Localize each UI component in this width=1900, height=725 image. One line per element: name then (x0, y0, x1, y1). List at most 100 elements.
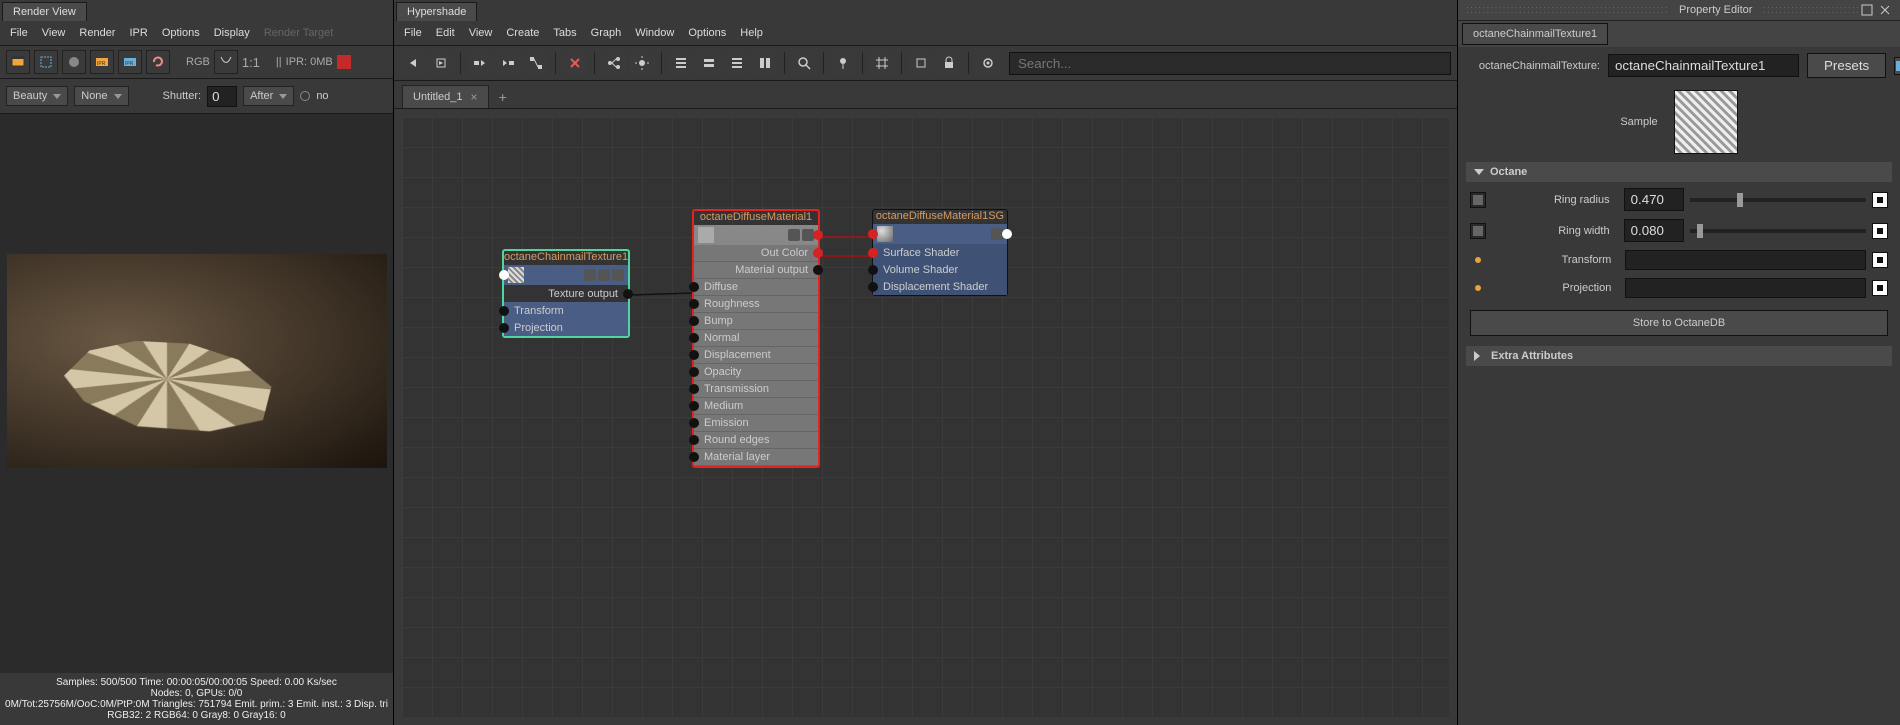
transform-connect-btn[interactable] (1872, 252, 1888, 268)
hs-menu-view[interactable]: View (469, 27, 493, 39)
render-view-tab[interactable]: Render View (2, 2, 87, 21)
ring-radius-connect-btn[interactable] (1872, 192, 1888, 208)
section-octane-header[interactable]: Octane (1466, 162, 1892, 182)
node2-port-layer[interactable] (689, 452, 699, 462)
render-btn-7[interactable] (214, 50, 238, 74)
render-preview[interactable] (7, 254, 387, 468)
transform-connect-dot[interactable] (1475, 257, 1481, 263)
node1-port-transform[interactable] (499, 306, 509, 316)
node-diffuse-sg[interactable]: octaneDiffuseMaterial1SG Surface Shader … (872, 209, 1008, 296)
shutter-mode-dropdown[interactable]: After (243, 86, 294, 106)
layer-dropdown[interactable]: None (74, 86, 128, 106)
texture-swatch[interactable] (1674, 90, 1738, 154)
transform-field[interactable] (1625, 250, 1866, 270)
hypershade-search-input[interactable] (1009, 52, 1451, 75)
menu-ipr[interactable]: IPR (129, 27, 147, 39)
node2-port-disp[interactable] (689, 350, 699, 360)
hs-btn-lock[interactable] (936, 50, 962, 76)
ring-width-texture-icon[interactable] (1470, 223, 1486, 239)
menu-render[interactable]: Render (79, 27, 115, 39)
hs-btn-list2[interactable] (696, 50, 722, 76)
hs-btn-zoom[interactable] (791, 50, 817, 76)
hs-btn-pin[interactable] (830, 50, 856, 76)
pe-icon-show[interactable] (1894, 57, 1900, 75)
hs-menu-options[interactable]: Options (688, 27, 726, 39)
hs-menu-tabs[interactable]: Tabs (553, 27, 576, 39)
store-to-octanedb-button[interactable]: Store to OctaneDB (1470, 310, 1888, 336)
popout-icon[interactable] (1860, 3, 1874, 17)
projection-connect-dot[interactable] (1475, 285, 1481, 291)
node2-port-diffuse[interactable] (689, 282, 699, 292)
pause-icon[interactable]: || (276, 56, 282, 68)
stop-render-btn[interactable] (337, 55, 351, 69)
node3-port-header[interactable] (868, 229, 878, 239)
node2-port-opacity[interactable] (689, 367, 699, 377)
pass-dropdown[interactable]: Beauty (6, 86, 68, 106)
node2-port-round[interactable] (689, 435, 699, 445)
node2-port-emission[interactable] (689, 418, 699, 428)
projection-field[interactable] (1625, 278, 1866, 298)
hs-btn-list1[interactable] (668, 50, 694, 76)
node2-port-normal[interactable] (689, 333, 699, 343)
projection-connect-btn[interactable] (1872, 280, 1888, 296)
hs-menu-create[interactable]: Create (506, 27, 539, 39)
node2-port-roughness[interactable] (689, 299, 699, 309)
render-btn-2[interactable] (34, 50, 58, 74)
hs-menu-window[interactable]: Window (635, 27, 674, 39)
pe-node-tab[interactable]: octaneChainmailTexture1 (1462, 23, 1608, 45)
hs-btn-list3[interactable] (724, 50, 750, 76)
node1-port-out[interactable] (623, 289, 633, 299)
ring-radius-input[interactable] (1624, 188, 1684, 211)
shutter-input[interactable] (207, 86, 237, 107)
node1-port-in[interactable] (499, 270, 509, 280)
hs-btn-grid[interactable] (869, 50, 895, 76)
menu-view[interactable]: View (42, 27, 66, 39)
render-btn-3[interactable] (62, 50, 86, 74)
render-btn-4[interactable]: IPR (90, 50, 114, 74)
hypershade-tab[interactable]: Hypershade (396, 2, 477, 21)
node-chainmail-texture[interactable]: octaneChainmailTexture1 Texture output T… (502, 249, 630, 338)
node3-port-volume[interactable] (868, 265, 878, 275)
ratio-label[interactable]: 1:1 (242, 55, 260, 70)
node2-port-trans[interactable] (689, 384, 699, 394)
ring-width-input[interactable] (1624, 219, 1684, 242)
add-tab-btn[interactable]: + (493, 89, 513, 105)
hs-btn-arrange[interactable] (601, 50, 627, 76)
section-extra-header[interactable]: Extra Attributes (1466, 346, 1892, 366)
node2-port-outcolor[interactable] (813, 248, 823, 258)
hs-btn-fwd[interactable] (428, 50, 454, 76)
menu-options[interactable]: Options (162, 27, 200, 39)
ring-radius-slider[interactable] (1690, 198, 1866, 202)
node1-port-projection[interactable] (499, 323, 509, 333)
layer-btn[interactable] (135, 85, 157, 107)
node1-hdr-icon3[interactable] (612, 269, 624, 281)
node3-port-disp[interactable] (868, 282, 878, 292)
close-icon[interactable] (1878, 3, 1892, 17)
render-btn-5[interactable]: IPR (118, 50, 142, 74)
grip-dots[interactable]: ::::::::::::::::::::::::::::::::::::::::… (1466, 4, 1669, 16)
hs-menu-help[interactable]: Help (740, 27, 763, 39)
hs-btn-clear[interactable] (562, 50, 588, 76)
hs-btn-gear[interactable] (975, 50, 1001, 76)
node-diffuse-material[interactable]: octaneDiffuseMaterial1 Out Color Materia… (692, 209, 820, 468)
node3-port-surface[interactable] (868, 248, 878, 258)
node2-port-matout[interactable] (813, 265, 823, 275)
hs-menu-file[interactable]: File (404, 27, 422, 39)
menu-file[interactable]: File (10, 27, 28, 39)
hs-btn-list4[interactable] (752, 50, 778, 76)
doc-tab-untitled[interactable]: Untitled_1 × (402, 85, 489, 108)
grip-dots-2[interactable]: :::::::::::::::::::::::: (1763, 4, 1860, 16)
menu-display[interactable]: Display (214, 27, 250, 39)
hs-btn-back[interactable] (400, 50, 426, 76)
node2-port-medium[interactable] (689, 401, 699, 411)
node2-port-header[interactable] (813, 230, 823, 240)
hs-btn-sun[interactable] (629, 50, 655, 76)
node1-hdr-icon2[interactable] (598, 269, 610, 281)
hs-btn-snap[interactable] (908, 50, 934, 76)
render-btn-6[interactable] (146, 50, 170, 74)
pe-name-input[interactable] (1608, 54, 1799, 77)
node3-port-out[interactable] (1002, 229, 1012, 239)
ring-radius-texture-icon[interactable] (1470, 192, 1486, 208)
ring-width-slider[interactable] (1690, 229, 1866, 233)
node2-port-bump[interactable] (689, 316, 699, 326)
